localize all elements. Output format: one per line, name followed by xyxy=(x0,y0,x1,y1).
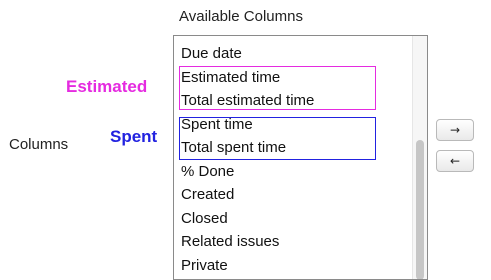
scrollbar-thumb[interactable] xyxy=(416,140,424,279)
list-item-related-issues[interactable]: Related issues xyxy=(174,230,410,254)
available-columns-title: Available Columns xyxy=(179,8,303,25)
move-right-button[interactable]: → xyxy=(436,119,474,141)
list-item-percent-done[interactable]: % Done xyxy=(174,160,410,184)
right-arrow-icon: → xyxy=(449,123,461,137)
estimated-highlight-box xyxy=(179,66,376,110)
list-item-private[interactable]: Private xyxy=(174,254,410,278)
list-item-closed[interactable]: Closed xyxy=(174,207,410,231)
estimated-annotation: Estimated xyxy=(66,77,148,96)
listbox-scrollbar[interactable] xyxy=(412,36,427,279)
list-item-due-date[interactable]: Due date xyxy=(174,42,410,66)
move-left-button[interactable]: ← xyxy=(436,150,474,172)
columns-label: Columns xyxy=(9,136,69,153)
spent-annotation: Spent xyxy=(110,127,158,146)
list-item-created[interactable]: Created xyxy=(174,183,410,207)
spent-highlight-box xyxy=(179,117,376,160)
left-arrow-icon: ← xyxy=(449,154,461,168)
